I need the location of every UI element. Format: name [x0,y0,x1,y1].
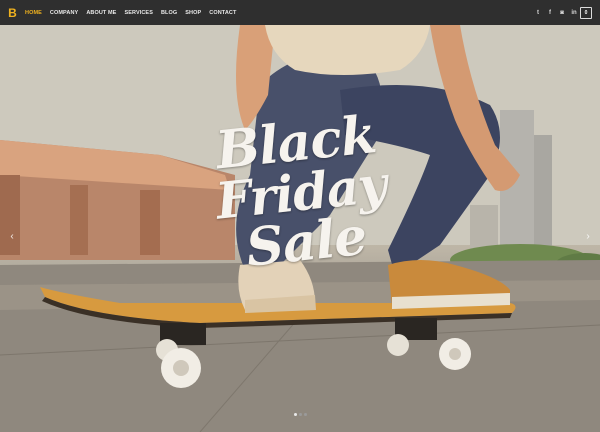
cart-count: 0 [584,9,588,16]
social-links: t f ◙ in 0 [532,0,592,25]
brand-logo[interactable]: B [0,0,25,25]
slider-dot-1[interactable] [294,413,297,416]
nav-item-services[interactable]: SERVICES [124,10,161,16]
nav-item-home[interactable]: HOME [25,10,50,16]
hero-headline: Black Friday Sale [189,104,414,279]
slider-dot-2[interactable] [299,413,302,416]
instagram-icon[interactable]: ◙ [556,7,568,19]
hero-slider: Black Friday Sale ‹ › [0,25,600,432]
twitter-icon[interactable]: t [532,7,544,19]
linkedin-icon[interactable]: in [568,7,580,19]
cart-icon[interactable]: 0 [580,6,592,19]
nav-item-shop[interactable]: SHOP [185,10,209,16]
slider-next-arrow[interactable]: › [582,230,594,242]
nav-item-about-me[interactable]: ABOUT ME [86,10,124,16]
facebook-icon[interactable]: f [544,7,556,19]
top-navigation-bar: B HOME COMPANY ABOUT ME SERVICES BLOG SH… [0,0,600,25]
nav-item-company[interactable]: COMPANY [50,10,86,16]
nav-item-contact[interactable]: CONTACT [209,10,244,16]
main-nav: HOME COMPANY ABOUT ME SERVICES BLOG SHOP… [25,10,244,16]
slider-prev-arrow[interactable]: ‹ [6,230,18,242]
slider-dot-3[interactable] [304,413,307,416]
nav-item-blog[interactable]: BLOG [161,10,185,16]
slider-pagination [294,413,309,416]
